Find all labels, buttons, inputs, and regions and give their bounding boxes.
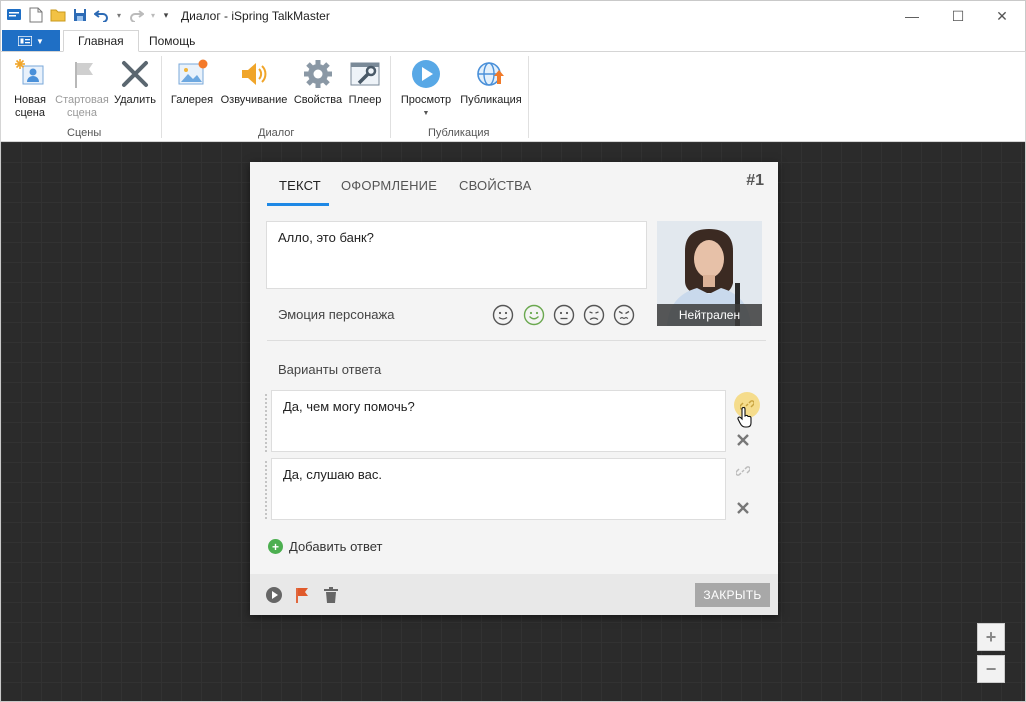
scenes-group-label: Сцены <box>67 127 102 139</box>
group-separator <box>161 56 162 138</box>
section-divider <box>267 340 766 341</box>
preview-dropdown-icon: ▼ <box>422 110 430 117</box>
gallery-label: Галерея <box>170 94 214 106</box>
gear-icon <box>301 57 335 91</box>
gallery-button[interactable]: Галерея <box>168 57 216 107</box>
add-icon: + <box>268 539 283 554</box>
quick-access-toolbar: ▾ ▾ ▾ <box>5 6 171 24</box>
globe-upload-icon <box>474 57 508 91</box>
answer-input[interactable]: Да, чем могу помочь? <box>271 390 726 452</box>
play-icon <box>409 57 443 91</box>
tab-properties[interactable]: СВОЙСТВА <box>459 178 532 193</box>
delete-button[interactable]: Удалить <box>112 57 158 107</box>
tab-design[interactable]: ОФОРМЛЕНИЕ <box>341 178 437 193</box>
preview-button[interactable]: Просмотр ▼ <box>397 57 455 120</box>
character-state-label: Нейтрален <box>657 304 762 326</box>
answer-input[interactable]: Да, слушаю вас. <box>271 458 726 520</box>
close-window-button[interactable]: ✕ <box>979 1 1025 31</box>
add-answer-label: Добавить ответ <box>289 539 383 554</box>
player-settings-icon <box>348 57 382 91</box>
voiceover-label: Озвучивание <box>220 94 288 106</box>
group-separator <box>528 56 529 138</box>
group-separator <box>390 56 391 138</box>
properties-button[interactable]: Свойства <box>292 57 344 107</box>
start-flag-icon[interactable] <box>293 586 311 604</box>
redo-icon[interactable] <box>127 6 145 24</box>
smile-face-icon[interactable] <box>523 304 545 326</box>
delete-x-icon <box>118 57 152 91</box>
app-icon <box>5 6 23 24</box>
new-scene-label-line2: сцена <box>15 107 45 119</box>
sad-face-icon[interactable] <box>583 304 605 326</box>
file-menu-icon <box>18 36 33 46</box>
zoom-out-button[interactable]: − <box>977 655 1005 683</box>
flag-icon <box>65 57 99 91</box>
emotion-label: Эмоция персонажа <box>278 307 395 322</box>
window-title: Диалог - iSpring TalkMaster <box>181 9 330 23</box>
voiceover-button[interactable]: Озвучивание <box>217 57 291 107</box>
undo-dropdown-icon[interactable]: ▾ <box>115 6 123 24</box>
speaker-icon <box>237 57 271 91</box>
drag-handle[interactable] <box>265 394 267 452</box>
tab-text[interactable]: ТЕКСТ <box>279 178 321 193</box>
player-label: Плеер <box>348 94 382 106</box>
redo-dropdown-icon[interactable]: ▾ <box>149 6 157 24</box>
chevron-down-icon: ▼ <box>36 36 44 46</box>
start-scene-label-line1: Стартовая <box>55 94 109 106</box>
properties-label: Свойства <box>293 94 343 106</box>
drag-handle[interactable] <box>265 461 267 519</box>
zoom-in-button[interactable]: + <box>977 623 1005 651</box>
new-scene-label-line1: Новая <box>14 94 46 106</box>
scene-number: #1 <box>746 172 764 189</box>
panel-tabs: ТЕКСТ ОФОРМЛЕНИЕ СВОЙСТВА #1 <box>250 162 778 206</box>
publish-button[interactable]: Публикация <box>456 57 526 107</box>
hand-cursor-icon <box>737 407 752 428</box>
phrase-input[interactable]: Алло, это банк? <box>266 221 647 289</box>
remove-answer-icon[interactable] <box>735 432 751 448</box>
play-scene-icon[interactable] <box>265 586 283 604</box>
publish-group-label: Публикация <box>428 127 490 139</box>
player-button[interactable]: Плеер <box>346 57 384 107</box>
delete-label: Удалить <box>114 94 156 106</box>
scene-editor-panel: ТЕКСТ ОФОРМЛЕНИЕ СВОЙСТВА #1 Алло, это б… <box>250 162 778 615</box>
new-scene-button[interactable]: Новая сцена <box>9 57 51 120</box>
start-scene-button[interactable]: Стартовая сцена <box>53 57 111 120</box>
neutral-face-icon[interactable] <box>492 304 514 326</box>
minimize-button[interactable]: — <box>889 1 935 31</box>
ribbon: Новая сцена Стартовая сцена Удалить Сцен… <box>0 51 1026 142</box>
character-avatar[interactable]: Нейтрален <box>657 221 762 326</box>
add-answer-button[interactable]: + Добавить ответ <box>268 539 382 554</box>
remove-answer-icon[interactable] <box>735 500 751 516</box>
trash-icon[interactable] <box>322 586 340 604</box>
publish-label: Публикация <box>460 94 522 106</box>
doubt-face-icon[interactable] <box>553 304 575 326</box>
new-file-icon[interactable] <box>27 6 45 24</box>
angry-face-icon[interactable] <box>613 304 635 326</box>
maximize-button[interactable]: ☐ <box>935 1 981 31</box>
link-icon[interactable] <box>735 463 751 479</box>
answers-label: Варианты ответа <box>278 362 382 377</box>
close-panel-button[interactable]: ЗАКРЫТЬ <box>695 583 770 607</box>
ribbon-tab-bar: ▼ Главная Помощь <box>0 30 1026 52</box>
tab-help[interactable]: Помощь <box>135 30 209 52</box>
active-tab-indicator <box>267 203 329 206</box>
file-menu-button[interactable]: ▼ <box>2 30 60 52</box>
dialog-group-label: Диалог <box>258 127 295 139</box>
customize-toolbar-icon[interactable]: ▾ <box>161 6 171 24</box>
preview-label: Просмотр <box>400 94 452 106</box>
save-icon[interactable] <box>71 6 89 24</box>
undo-icon[interactable] <box>93 6 111 24</box>
new-scene-icon <box>13 57 47 91</box>
panel-footer: ЗАКРЫТЬ <box>250 574 778 615</box>
title-bar: ▾ ▾ ▾ Диалог - iSpring TalkMaster — ☐ ✕ <box>0 0 1026 30</box>
gallery-icon <box>175 57 209 91</box>
open-folder-icon[interactable] <box>49 6 67 24</box>
tab-home[interactable]: Главная <box>63 30 139 52</box>
start-scene-label-line2: сцена <box>67 107 97 119</box>
